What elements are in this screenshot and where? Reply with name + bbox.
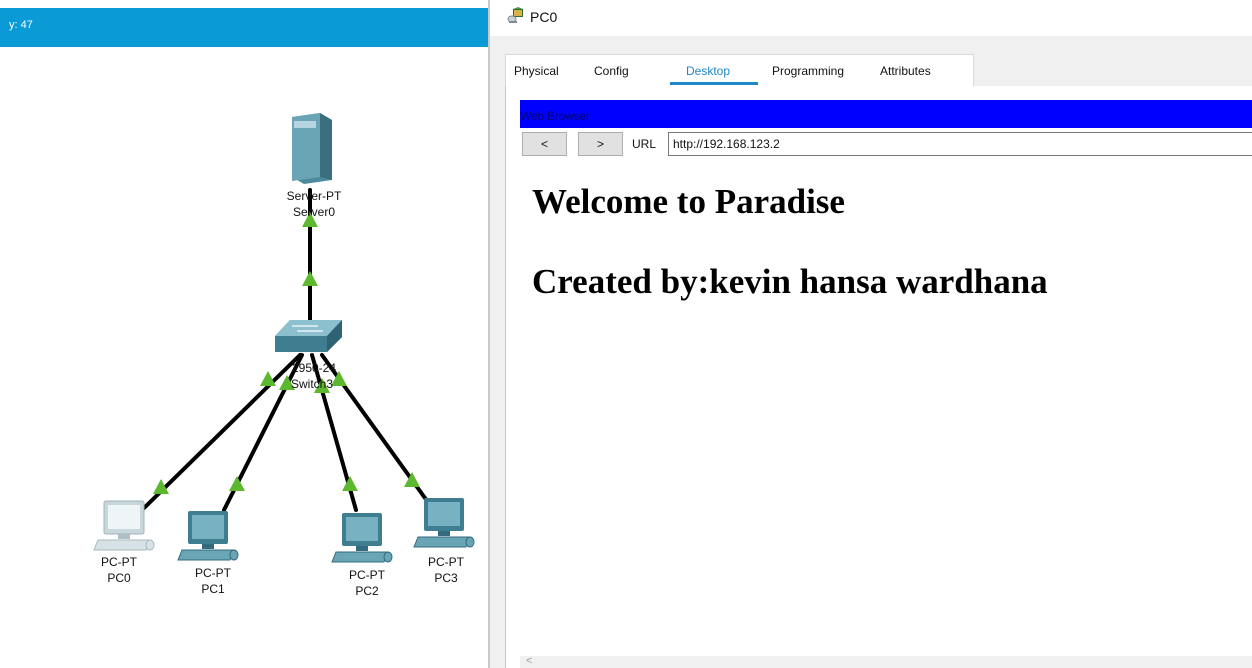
horizontal-scrollbar[interactable]: < bbox=[520, 655, 1252, 668]
pc-window-icon bbox=[507, 7, 523, 23]
pc0-name-label: PC0 bbox=[107, 571, 131, 585]
back-button[interactable]: < bbox=[522, 132, 567, 156]
switch-model-label: 2950-24 bbox=[292, 361, 336, 375]
pc0-device-window: PC0 Physical Config Desktop Programming … bbox=[490, 0, 1252, 668]
pc0-model-label: PC-PT bbox=[101, 555, 138, 569]
pc1-name-label: PC1 bbox=[201, 582, 225, 596]
pc1-model-label: PC-PT bbox=[195, 566, 232, 580]
link-up-indicator bbox=[342, 476, 358, 491]
pc3-icon[interactable] bbox=[413, 498, 475, 548]
pc3-model-label: PC-PT bbox=[428, 555, 465, 569]
scroll-left-arrow[interactable]: < bbox=[526, 655, 532, 667]
tab-attributes[interactable]: Attributes bbox=[880, 64, 931, 78]
pc2-name-label: PC2 bbox=[355, 584, 379, 598]
switch-name-label: Switch3 bbox=[291, 377, 333, 391]
window-titlebar[interactable]: PC0 bbox=[490, 0, 1252, 36]
cable-switch-pc0[interactable] bbox=[140, 353, 302, 512]
forward-button[interactable]: > bbox=[578, 132, 623, 156]
pc2-model-label: PC-PT bbox=[349, 568, 386, 582]
tab-programming[interactable]: Programming bbox=[772, 64, 844, 78]
switch-icon[interactable] bbox=[275, 320, 342, 352]
tab-config[interactable]: Config bbox=[594, 64, 629, 78]
tab-physical[interactable]: Physical bbox=[514, 64, 559, 78]
page-heading-welcome: Welcome to Paradise bbox=[532, 182, 845, 221]
pc3-name-label: PC3 bbox=[434, 571, 458, 585]
device-tab-bar: Physical Config Desktop Programming Attr… bbox=[505, 54, 974, 87]
pc1-icon[interactable] bbox=[177, 511, 239, 561]
link-up-indicator bbox=[229, 476, 245, 491]
page-heading-author: Created by:kevin hansa wardhana bbox=[532, 262, 1048, 301]
server-name-label: Server0 bbox=[293, 205, 335, 219]
logical-workspace[interactable]: y: 47 Server-PT Server0 2950-24 Switch3 … bbox=[0, 0, 488, 668]
url-label: URL bbox=[632, 137, 657, 151]
tab-desktop[interactable]: Desktop bbox=[686, 64, 730, 78]
browser-page-content: Welcome to Paradise Created by:kevin han… bbox=[520, 160, 1252, 650]
url-input[interactable] bbox=[668, 132, 1252, 156]
desktop-panel: Web Browser < > URL Welcome to Paradise … bbox=[505, 86, 1252, 668]
active-tab-indicator bbox=[670, 82, 758, 85]
web-browser-titlebar: Web Browser bbox=[520, 100, 1252, 128]
link-up-indicator bbox=[302, 271, 318, 286]
server-model-label: Server-PT bbox=[287, 189, 342, 203]
topology-canvas[interactable]: Server-PT Server0 2950-24 Switch3 PC-PT … bbox=[0, 0, 488, 668]
window-title: PC0 bbox=[530, 9, 558, 25]
pc2-icon[interactable] bbox=[331, 513, 393, 563]
server-icon[interactable] bbox=[292, 113, 332, 184]
web-browser-title: Web Browser bbox=[520, 109, 590, 123]
